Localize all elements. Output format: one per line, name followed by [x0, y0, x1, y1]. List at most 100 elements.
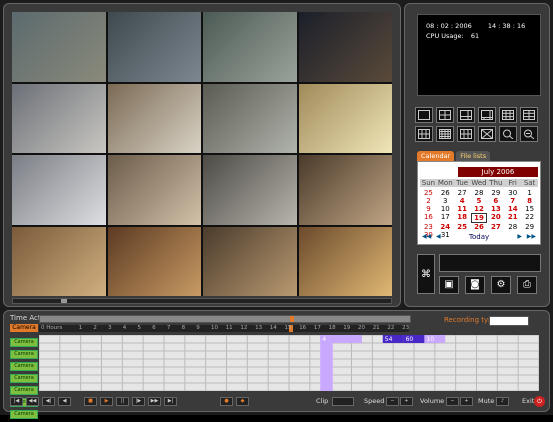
calendar-day[interactable]: 3 — [437, 197, 454, 205]
calendar-day[interactable]: 29 — [521, 223, 538, 231]
calendar-day[interactable]: 24 — [437, 223, 454, 231]
camera-feed-5[interactable] — [12, 83, 106, 153]
first-icon[interactable]: |◀ — [10, 397, 23, 406]
time-act-bar[interactable] — [39, 315, 411, 323]
camera-feed-13[interactable] — [12, 226, 106, 296]
calendar-day[interactable]: 29 — [487, 189, 504, 197]
camera-feed-14[interactable] — [107, 226, 201, 296]
calendar-day[interactable]: 26 — [471, 223, 488, 231]
exit-button[interactable]: ⏻ — [534, 396, 545, 407]
camera-feed-3[interactable] — [203, 12, 297, 82]
calendar-day[interactable]: 27 — [487, 223, 504, 231]
calendar-day[interactable]: 20 — [487, 213, 504, 223]
camera-feed-7[interactable] — [203, 83, 297, 153]
next-year-icon[interactable]: ▶▶ — [527, 231, 536, 243]
pause-icon[interactable]: || — [116, 397, 129, 406]
prev-year-icon[interactable]: ◀◀ — [422, 231, 431, 243]
play-back-icon[interactable]: ◀ — [58, 397, 71, 406]
zoom-out-icon[interactable] — [520, 126, 538, 142]
layout-10-button[interactable] — [520, 107, 538, 123]
camera-feed-6[interactable] — [107, 83, 201, 153]
calendar-day[interactable]: 5 — [471, 197, 488, 205]
calendar-day[interactable]: 4 — [454, 197, 471, 205]
camera-feed-11[interactable] — [203, 155, 297, 225]
mute-icon[interactable]: ♪ — [496, 397, 509, 406]
calendar-day[interactable]: 27 — [454, 189, 471, 197]
calendar-day[interactable]: 21 — [504, 213, 521, 223]
next-month-icon[interactable]: ▶ — [517, 231, 522, 243]
camera-feed-2[interactable] — [107, 12, 201, 82]
camera-feed-9[interactable] — [12, 155, 106, 225]
schedule-grid[interactable]: 4 54 60 10 — [39, 335, 539, 391]
speed-down-icon[interactable]: − — [386, 397, 399, 406]
camera-feed-8[interactable] — [298, 83, 392, 153]
calendar-day[interactable]: 25 — [420, 189, 437, 197]
camera-feed-1[interactable] — [12, 12, 106, 82]
settings-icon[interactable]: ⚙ — [491, 276, 511, 294]
camera-feed-16[interactable] — [298, 226, 392, 296]
calendar-day[interactable]: 2 — [420, 197, 437, 205]
layout-8-button[interactable] — [478, 107, 496, 123]
calendar-day[interactable]: 10 — [437, 205, 454, 213]
calendar-day[interactable]: 23 — [420, 223, 437, 231]
calendar-day[interactable]: 11 — [454, 205, 471, 213]
layout-9-button[interactable] — [499, 107, 517, 123]
layout-4-button[interactable] — [436, 107, 454, 123]
scroll-thumb[interactable] — [61, 299, 67, 303]
calendar-day[interactable]: 30 — [504, 189, 521, 197]
zoom-in-icon[interactable] — [499, 126, 517, 142]
tab-calendar[interactable]: Calendar — [417, 151, 455, 161]
camera-feed-15[interactable] — [203, 226, 297, 296]
print-icon[interactable]: ⎙ — [517, 276, 537, 294]
clip-button[interactable] — [332, 397, 354, 406]
volume-down-icon[interactable]: − — [446, 397, 459, 406]
speed-up-icon[interactable]: + — [400, 397, 413, 406]
playback-scrollbar[interactable] — [12, 298, 392, 304]
play-icon[interactable]: ▶ — [100, 397, 113, 406]
calendar-day[interactable]: 28 — [471, 189, 488, 197]
camera-feed-10[interactable] — [107, 155, 201, 225]
camera-feed-12[interactable] — [298, 155, 392, 225]
calendar-day[interactable]: 7 — [504, 197, 521, 205]
camera-row-button[interactable]: Camera — [10, 386, 38, 395]
camera-row-button[interactable]: Camera — [10, 374, 38, 383]
playback-icon[interactable]: ▣ — [439, 276, 459, 294]
calendar-day[interactable]: 14 — [504, 205, 521, 213]
calendar-day[interactable]: 6 — [487, 197, 504, 205]
calendar-day[interactable]: 16 — [420, 213, 437, 223]
step-back-icon[interactable]: ◀| — [42, 397, 55, 406]
camera-row-button[interactable]: Camera — [10, 338, 38, 347]
today-button[interactable]: Today — [469, 233, 489, 241]
calendar-day[interactable]: 17 — [437, 213, 454, 223]
prev-icon[interactable]: ◀◀ — [26, 397, 39, 406]
layout-1-button[interactable] — [415, 107, 433, 123]
volume-up-icon[interactable]: + — [460, 397, 473, 406]
calendar-day[interactable]: 26 — [437, 189, 454, 197]
time-act-marker[interactable] — [290, 316, 294, 322]
layout-grid-button[interactable] — [457, 126, 475, 142]
calendar-day[interactable]: 28 — [504, 223, 521, 231]
next-icon[interactable]: ▶▶ — [148, 397, 161, 406]
camera-row-button[interactable]: Camera — [10, 362, 38, 371]
calendar-day[interactable]: 15 — [521, 205, 538, 213]
calendar-day[interactable]: 8 — [521, 197, 538, 205]
last-icon[interactable]: ▶| — [164, 397, 177, 406]
calendar-day[interactable]: 9 — [420, 205, 437, 213]
network-icon[interactable]: ⌘ — [417, 254, 435, 294]
snapshot-icon[interactable]: ◙ — [465, 276, 485, 294]
stop-icon[interactable]: ■ — [84, 397, 97, 406]
calendar-day[interactable]: 12 — [471, 205, 488, 213]
tab-file-lists[interactable]: File lists — [456, 151, 491, 161]
layout-full-button[interactable] — [478, 126, 496, 142]
layout-6-button[interactable] — [457, 107, 475, 123]
camera-feed-4[interactable] — [298, 12, 392, 82]
calendar-day[interactable]: 25 — [454, 223, 471, 231]
camera-row-button[interactable]: Camera — [10, 350, 38, 359]
calendar-day[interactable]: 18 — [454, 213, 471, 223]
calendar-day[interactable]: 1 — [521, 189, 538, 197]
calendar-day[interactable]: 13 — [487, 205, 504, 213]
layout-16-button[interactable] — [436, 126, 454, 142]
calendar-day[interactable]: 19 — [470, 213, 488, 223]
step-forward-icon[interactable]: |▶ — [132, 397, 145, 406]
prev-month-icon[interactable]: ◀ — [436, 231, 441, 243]
